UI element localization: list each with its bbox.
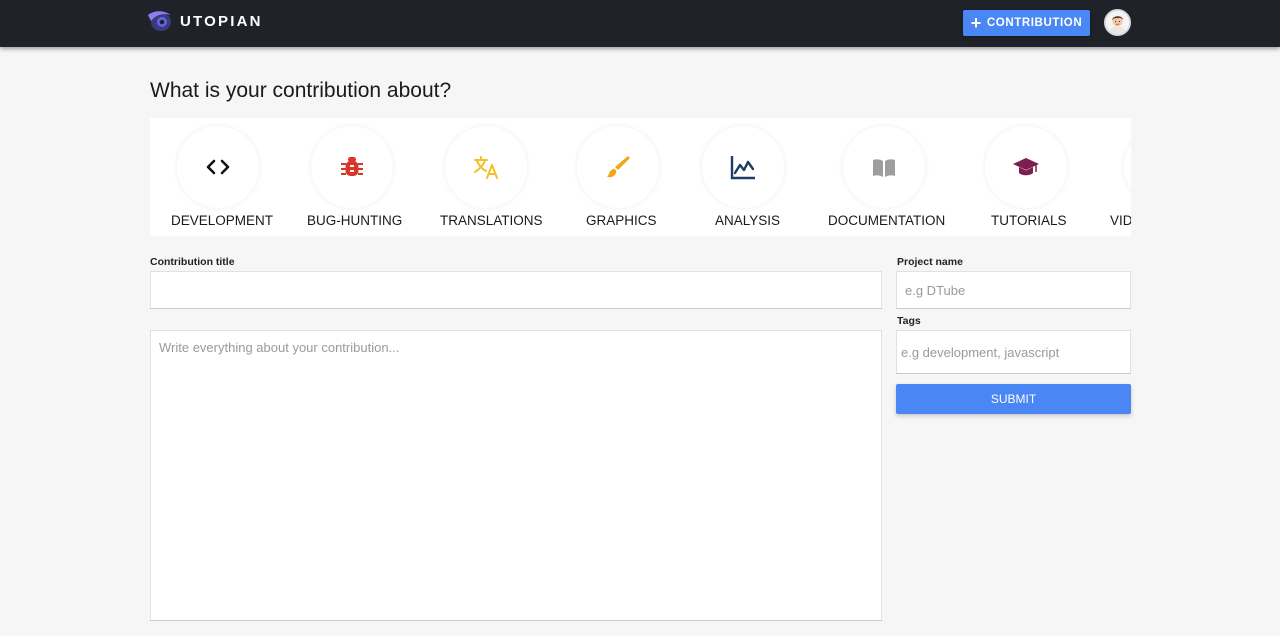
project-name-input[interactable] [897,272,1130,308]
category-tutorials[interactable]: TUTORIALS [985,118,1067,236]
utopian-logo[interactable]: UTOPIAN [146,9,263,33]
project-name-label: Project name [897,256,963,268]
category-circle [1124,126,1131,208]
line-chart-icon [730,156,755,180]
submit-button[interactable]: SUBMIT [896,384,1131,414]
category-label: TUTORIALS [991,213,1067,228]
logo-text: UTOPIAN [180,12,263,30]
bug-icon [341,157,363,176]
category-label: ANALYSIS [715,213,781,228]
category-circle [177,126,259,208]
graduation-cap-icon [1013,158,1039,176]
category-circle [702,126,784,208]
category-video[interactable]: VID [1110,118,1131,236]
contribution-body-textarea[interactable] [151,331,881,620]
category-circle [843,126,925,208]
category-label: DEVELOPMENT [171,213,274,228]
category-development[interactable]: DEVELOPMENT [150,118,286,236]
contribution-title-label: Contribution title [150,256,235,268]
contribution-title-input[interactable] [151,272,881,308]
category-circle [577,126,659,208]
code-icon [206,159,230,175]
category-graphics[interactable]: GRAPHICS [575,118,661,236]
new-contribution-label: CONTRIBUTION [986,17,1083,29]
page-title: What is your contribution about? [150,79,452,102]
category-carousel: DEVELOPMENT BUG-HUNTING TRANSLATIONS GRA… [150,118,1131,236]
project-name-field [896,271,1131,309]
category-circle [311,126,393,208]
category-label: DOCUMENTATION [828,213,946,228]
category-label: BUG-HUNTING [307,213,403,228]
contribution-body-field [150,330,882,621]
category-label: VID [1110,213,1131,228]
tags-field [896,330,1131,374]
new-contribution-button[interactable]: + CONTRIBUTION [963,10,1090,36]
tags-label: Tags [897,315,921,327]
translate-icon [474,156,498,179]
category-bug-hunting[interactable]: BUG-HUNTING [300,118,420,236]
tags-input[interactable] [897,331,1130,373]
user-avatar[interactable] [1104,9,1131,36]
top-navigation-bar: UTOPIAN + CONTRIBUTION [0,0,1280,47]
category-label: TRANSLATIONS [440,213,543,228]
category-documentation[interactable]: DOCUMENTATION [828,118,946,236]
category-translations[interactable]: TRANSLATIONS [435,118,560,236]
contribution-title-field [150,271,882,309]
category-analysis[interactable]: ANALYSIS [702,118,784,236]
avatar-person-icon [1106,11,1129,34]
utopian-eye-icon [148,11,171,31]
category-label: GRAPHICS [586,213,657,228]
brush-icon [607,156,630,178]
book-icon [873,159,895,177]
category-circle [445,126,527,208]
category-circle [985,126,1067,208]
plus-icon: + [970,13,982,33]
